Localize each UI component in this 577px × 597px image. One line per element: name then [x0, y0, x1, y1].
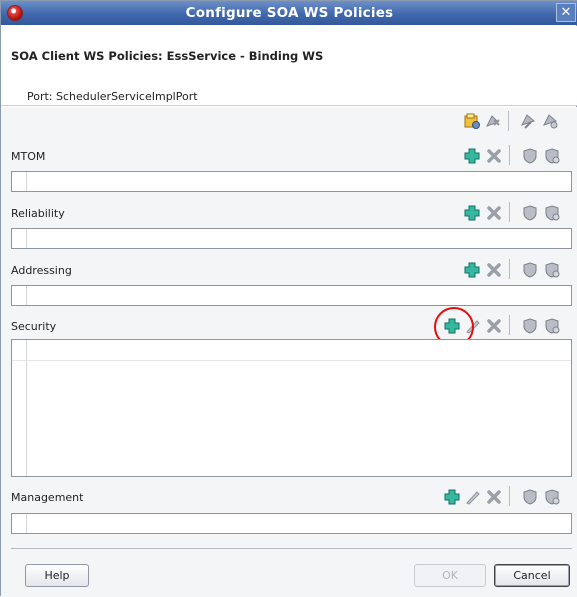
table-column-divider [26, 514, 27, 533]
table-column-divider [26, 172, 27, 191]
delete-management-policy-icon[interactable] [485, 488, 503, 506]
edit-management-policy-icon[interactable] [464, 488, 482, 506]
reliability-shield-icon[interactable] [521, 204, 539, 222]
ok-button[interactable]: OK [414, 564, 486, 587]
delete-addressing-policy-icon[interactable] [485, 261, 503, 279]
table-header-line [12, 360, 571, 361]
remove-override-icon[interactable] [541, 112, 559, 130]
override-policy-icon[interactable] [519, 112, 537, 130]
table-column-divider [26, 229, 27, 248]
footer-divider [11, 548, 572, 549]
toolbar-separator [508, 111, 509, 131]
add-management-policy-icon[interactable] [443, 488, 461, 506]
add-addressing-policy-icon[interactable] [463, 261, 481, 279]
header-title: SOA Client WS Policies: EssService - Bin… [11, 49, 324, 63]
mtom-label: MTOM [11, 150, 46, 163]
close-button[interactable]: ✕ [556, 3, 576, 22]
window-title: Configure SOA WS Policies [185, 5, 394, 21]
toolbar-separator [509, 259, 510, 279]
toolbar-separator [509, 202, 510, 222]
security-shield-icon[interactable] [521, 317, 539, 335]
addressing-shield-override-icon[interactable] [543, 261, 561, 279]
port-label: Port: SchedulerServiceImplPort [27, 90, 198, 103]
addressing-label: Addressing [11, 264, 72, 277]
cancel-button[interactable]: Cancel [494, 564, 570, 587]
toolbar-separator [509, 145, 510, 165]
attach-policy-file-icon[interactable] [463, 112, 481, 130]
title-bar[interactable]: Configure SOA WS Policies ✕ [1, 1, 577, 25]
reliability-policy-table[interactable] [11, 228, 572, 249]
detach-policy-file-icon[interactable] [484, 112, 502, 130]
delete-security-policy-icon[interactable] [485, 317, 503, 335]
addressing-shield-icon[interactable] [521, 261, 539, 279]
management-shield-icon[interactable] [521, 488, 539, 506]
security-label: Security [11, 320, 57, 333]
configure-soa-ws-policies-dialog: Configure SOA WS Policies ✕ SOA Client W… [0, 0, 577, 597]
security-shield-override-icon[interactable] [543, 317, 561, 335]
delete-reliability-policy-icon[interactable] [485, 204, 503, 222]
management-label: Management [11, 491, 84, 504]
add-reliability-policy-icon[interactable] [463, 204, 481, 222]
help-button[interactable]: Help [25, 564, 89, 587]
header-panel: SOA Client WS Policies: EssService - Bin… [1, 26, 577, 106]
table-column-divider [26, 286, 27, 305]
add-mtom-policy-icon[interactable] [463, 147, 481, 165]
addressing-policy-table[interactable] [11, 285, 572, 306]
delete-mtom-policy-icon[interactable] [485, 147, 503, 165]
toolbar-separator [509, 315, 510, 335]
security-policy-table[interactable] [11, 339, 572, 477]
mtom-shield-override-icon[interactable] [543, 147, 561, 165]
toolbar-separator [509, 486, 510, 506]
close-icon: ✕ [560, 5, 572, 20]
management-shield-override-icon[interactable] [543, 488, 561, 506]
reliability-shield-override-icon[interactable] [543, 204, 561, 222]
mtom-policy-table[interactable] [11, 171, 572, 192]
reliability-label: Reliability [11, 207, 65, 220]
mtom-shield-icon[interactable] [521, 147, 539, 165]
management-policy-table[interactable] [11, 513, 572, 534]
